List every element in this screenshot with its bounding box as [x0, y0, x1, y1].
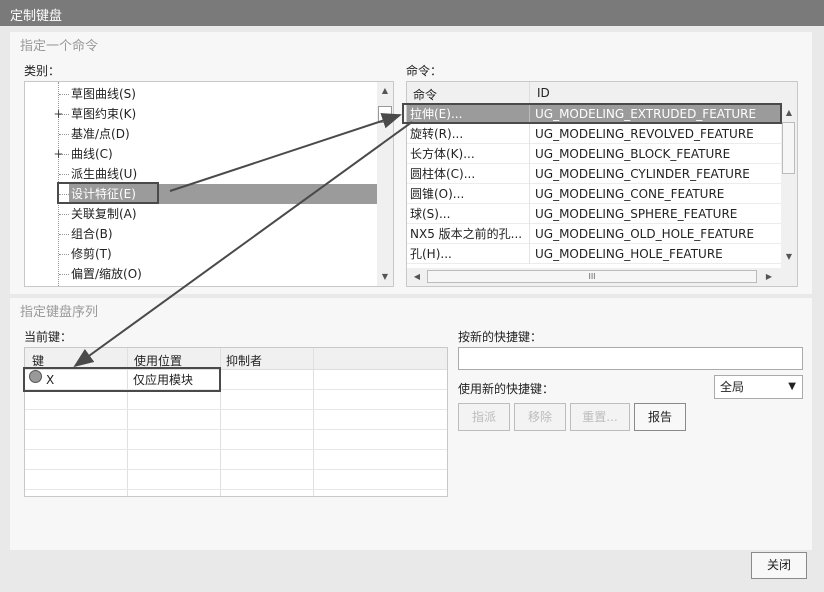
tree-item[interactable]: 基准/点(D): [25, 124, 377, 144]
tree-item[interactable]: + 曲线(C): [25, 144, 377, 164]
command-id-cell: UG_MODELING_CYLINDER_FEATURE: [535, 167, 750, 181]
tree-connector-line: [59, 234, 69, 235]
tree-item[interactable]: 组合(B): [25, 224, 377, 244]
tree-item[interactable]: 关联复制(A): [25, 204, 377, 224]
tree-connector-line: [59, 174, 69, 175]
tree-item[interactable]: 修剪(T): [25, 244, 377, 264]
column-header-id[interactable]: ID: [537, 86, 550, 100]
command-row[interactable]: 圆柱体(C)... UG_MODELING_CYLINDER_FEATURE: [407, 164, 781, 184]
empty-row: [25, 450, 447, 470]
current-keys-label: 当前键：: [24, 330, 73, 344]
tree-item-label: 组合(B): [71, 227, 113, 241]
tree-item-label: 基准/点(D): [71, 127, 130, 141]
empty-row: [25, 470, 447, 490]
expand-plus-icon[interactable]: +: [53, 145, 64, 163]
remove-button[interactable]: 移除: [514, 403, 566, 431]
column-separator: [529, 164, 530, 184]
key-sequence-title: 指定键盘序列: [20, 305, 99, 320]
tree-item-label: 曲线(C): [71, 147, 113, 161]
command-name-cell: 球(S)...: [410, 207, 451, 221]
column-header-command[interactable]: 命令: [413, 86, 437, 103]
empty-row: [25, 430, 447, 450]
scroll-thumb[interactable]: [378, 106, 392, 123]
command-row[interactable]: 旋转(R)... UG_MODELING_REVOLVED_FEATURE: [407, 124, 781, 144]
close-button[interactable]: 关闭: [751, 552, 807, 579]
category-label: 类别：: [24, 64, 61, 78]
category-tree-scrollbar[interactable]: ▲ ▼: [377, 82, 393, 286]
command-id-cell: UG_MODELING_CONE_FEATURE: [535, 187, 725, 201]
new-shortcut-input[interactable]: [458, 347, 803, 370]
tree-connector-line: [59, 274, 69, 275]
command-id-cell: UG_MODELING_BLOCK_FEATURE: [535, 147, 731, 161]
category-highlight-box: [57, 182, 159, 204]
empty-row: [25, 390, 447, 410]
tree-item-label: 修剪(T): [71, 247, 112, 261]
empty-row: [25, 410, 447, 430]
key-highlight-box: [23, 367, 221, 392]
hscroll-thumb[interactable]: III: [427, 270, 757, 283]
command-id-cell: UG_MODELING_OLD_HOLE_FEATURE: [535, 227, 755, 241]
scroll-left-arrow-icon[interactable]: ◀: [409, 272, 425, 281]
report-button[interactable]: 报告: [634, 403, 686, 431]
tree-connector-line: [59, 134, 69, 135]
command-label: 命令：: [406, 64, 443, 78]
scroll-up-arrow-icon[interactable]: ▲: [781, 108, 797, 117]
column-separator: [529, 204, 530, 224]
scroll-up-arrow-icon[interactable]: ▲: [377, 86, 393, 95]
command-name-cell: 长方体(K)...: [410, 147, 475, 161]
tree-connector-line: [59, 254, 69, 255]
reset-button[interactable]: 重置...: [570, 403, 630, 431]
command-row[interactable]: 孔(H)... UG_MODELING_HOLE_FEATURE: [407, 244, 781, 264]
command-table-hscrollbar[interactable]: ◀ III ▶: [407, 268, 797, 286]
tree-item[interactable]: + 草图约束(K): [25, 104, 377, 124]
tree-item-label: 草图约束(K): [71, 107, 137, 121]
command-row[interactable]: NX5 版本之前的孔... UG_MODELING_OLD_HOLE_FEATUR…: [407, 224, 781, 244]
command-table-header: 命令 ID: [407, 82, 781, 104]
column-separator: [529, 144, 530, 164]
expand-plus-icon[interactable]: +: [53, 105, 64, 123]
new-shortcut-label: 按新的快捷键：: [458, 330, 543, 344]
window-titlebar: 定制键盘: [0, 0, 824, 26]
tree-item-label: 关联复制(A): [71, 207, 137, 221]
column-header-suppressor[interactable]: 抑制者: [226, 352, 262, 369]
command-table-vscrollbar[interactable]: ▲ ▼: [781, 82, 797, 268]
command-name-cell: 圆锥(O)...: [410, 187, 465, 201]
scroll-down-arrow-icon[interactable]: ▼: [781, 252, 797, 261]
scope-value: 全局: [720, 380, 745, 394]
column-separator: [529, 82, 530, 104]
chevron-down-icon: ▼: [788, 381, 796, 392]
tree-item[interactable]: 派生曲线(U): [25, 164, 377, 184]
command-highlight-box: [402, 103, 782, 124]
command-id-cell: UG_MODELING_SPHERE_FEATURE: [535, 207, 738, 221]
tree-item-label: 偏置/缩放(O): [71, 267, 142, 281]
command-id-cell: UG_MODELING_HOLE_FEATURE: [535, 247, 723, 261]
scroll-thumb[interactable]: [782, 122, 795, 174]
command-row[interactable]: 圆锥(O)... UG_MODELING_CONE_FEATURE: [407, 184, 781, 204]
use-new-shortcut-label: 使用新的快捷键：: [458, 382, 555, 396]
tree-connector-line: [59, 214, 69, 215]
specify-command-title: 指定一个命令: [20, 39, 99, 54]
tree-item[interactable]: 草图曲线(S): [25, 84, 377, 104]
tree-item[interactable]: 偏置/缩放(O): [25, 264, 377, 284]
scope-select[interactable]: 全局 ▼: [714, 375, 803, 399]
command-name-cell: 孔(H)...: [410, 247, 452, 261]
command-row[interactable]: 球(S)... UG_MODELING_SPHERE_FEATURE: [407, 204, 781, 224]
tree-connector-line: [59, 94, 69, 95]
column-separator: [529, 224, 530, 244]
window-title: 定制键盘: [10, 9, 63, 24]
column-separator: [529, 124, 530, 144]
command-id-cell: UG_MODELING_REVOLVED_FEATURE: [535, 127, 754, 141]
command-name-cell: 圆柱体(C)...: [410, 167, 476, 181]
tree-item-label: 草图曲线(S): [71, 87, 136, 101]
column-separator: [529, 184, 530, 204]
scroll-right-arrow-icon[interactable]: ▶: [761, 272, 777, 281]
command-name-cell: NX5 版本之前的孔...: [410, 227, 523, 241]
command-name-cell: 旋转(R)...: [410, 127, 464, 141]
column-separator: [529, 244, 530, 264]
scroll-down-arrow-icon[interactable]: ▼: [377, 272, 393, 281]
assign-button[interactable]: 指派: [458, 403, 510, 431]
command-row[interactable]: 长方体(K)... UG_MODELING_BLOCK_FEATURE: [407, 144, 781, 164]
tree-item-label: 派生曲线(U): [71, 167, 138, 181]
